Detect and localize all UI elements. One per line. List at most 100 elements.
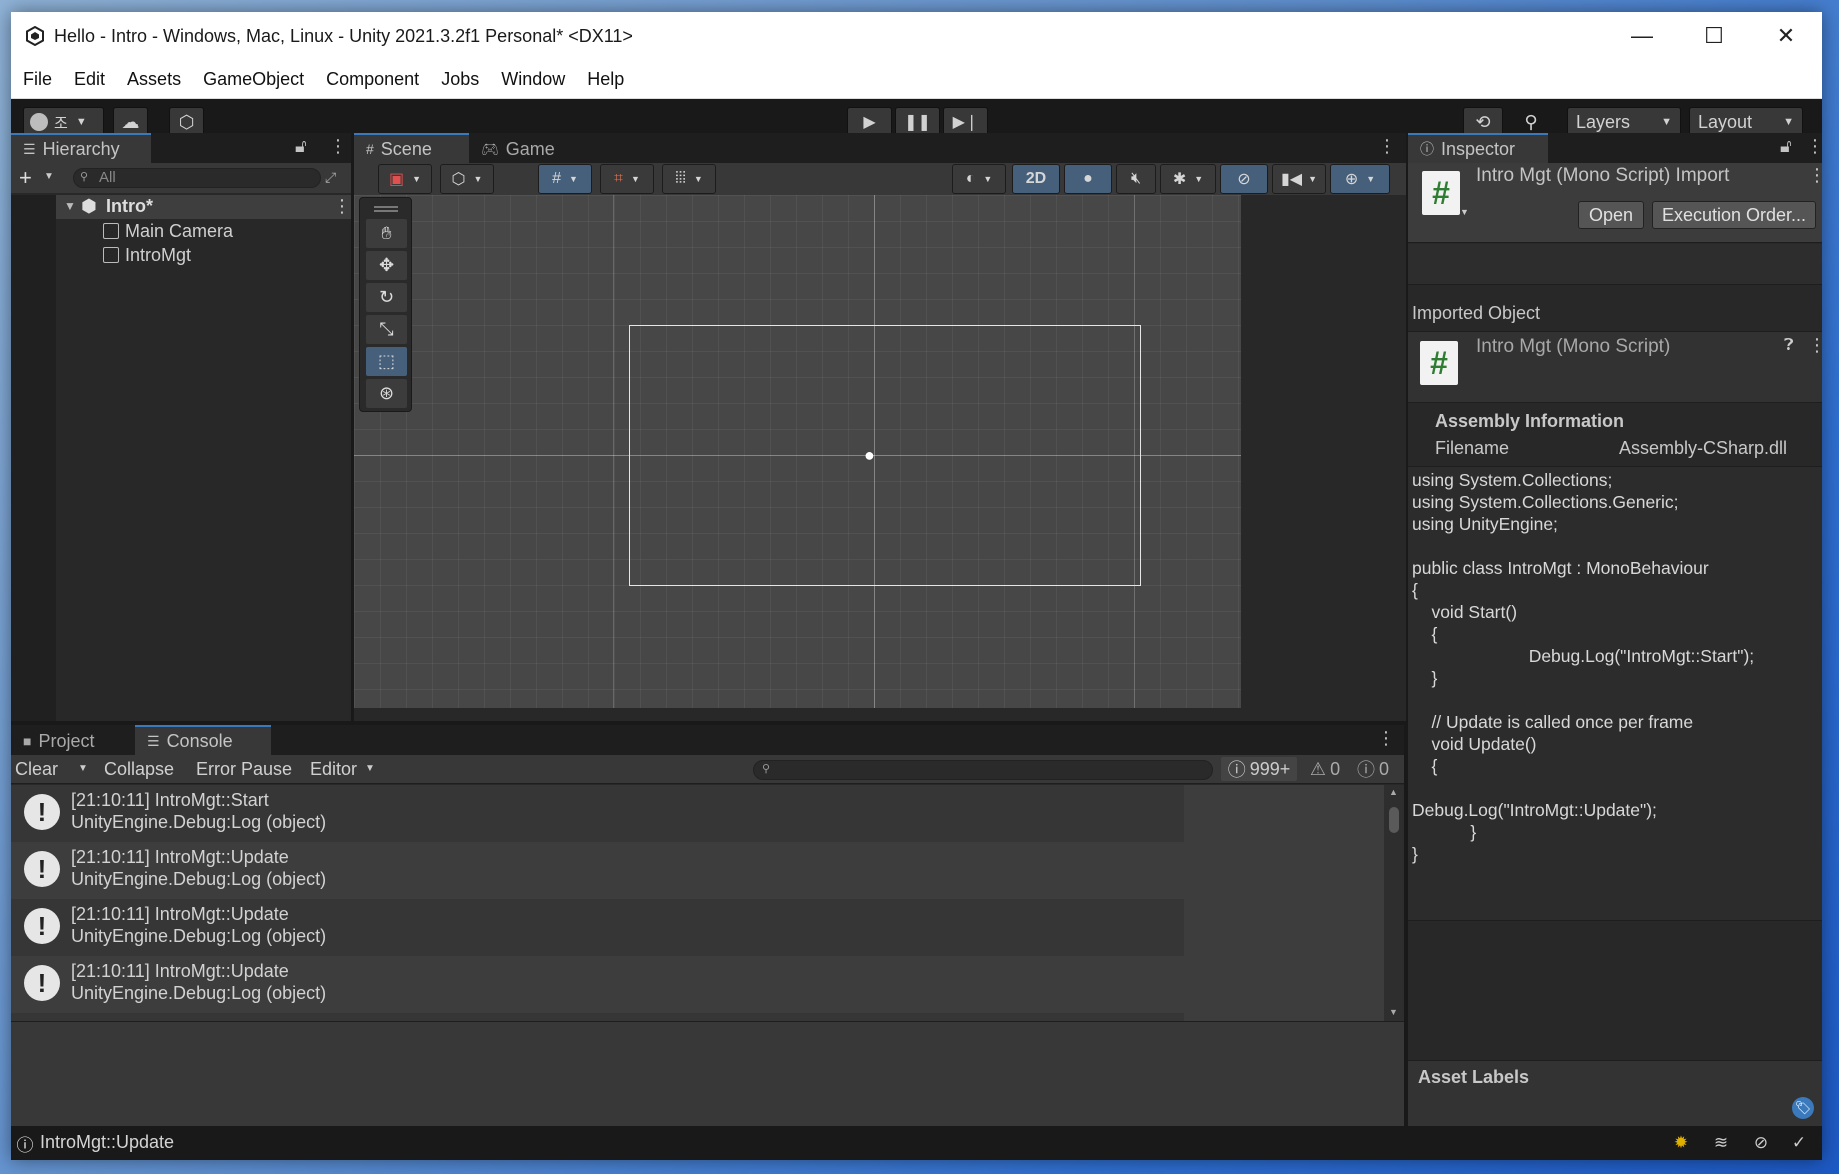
panel-menu-icon[interactable]: ⋮ [329,136,347,157]
status-message[interactable]: IntroMgt::Update [40,1132,174,1153]
scroll-up-icon[interactable]: ▲ [1389,787,1398,797]
tab-console[interactable]: ☰ Console [135,725,271,755]
camera-settings-dropdown[interactable]: ▮◀ ▼ [1272,164,1326,194]
maximize-button[interactable]: ☐ [1678,12,1750,60]
lighting-toggle[interactable]: ● [1064,164,1112,194]
progress-check-icon[interactable]: ✓ [1789,1133,1809,1153]
minimize-button[interactable]: — [1606,12,1678,60]
clear-button[interactable]: Clear [15,759,58,780]
execution-order-button[interactable]: Execution Order... [1652,201,1816,229]
hand-tool[interactable]: ✋︎ [366,219,407,248]
tab-hierarchy-label: Hierarchy [42,138,120,159]
chevron-down-icon: ▼ [983,174,993,184]
gizmos-dropdown[interactable]: ⊕ ▼ [1330,164,1390,194]
rect-tool[interactable]: ⬚ [366,347,407,376]
tab-hierarchy[interactable]: ☰ Hierarchy [11,133,151,163]
menu-assets[interactable]: Assets [127,69,181,90]
grid-snap-toggle[interactable]: # ▼ [538,164,592,194]
object-menu-icon[interactable]: ⋮ [1808,335,1822,356]
log-entry[interactable]: ! [21:10:11] IntroMgt::Start UnityEngine… [11,785,1184,842]
panel-menu-icon[interactable]: ⋮ [1806,136,1822,157]
help-icon[interactable]: ❓︎ [1784,337,1794,355]
menu-window[interactable]: Window [501,69,565,90]
grid-icon: # [366,141,374,157]
editor-dropdown[interactable]: Editor [310,759,357,780]
log-entry-partial[interactable] [11,1013,1184,1021]
log-entry[interactable]: ! [21:10:11] IntroMgt::Update UnityEngin… [11,842,1184,899]
menu-help[interactable]: Help [587,69,624,90]
panel-menu-icon[interactable]: ⋮ [1377,728,1395,749]
chevron-down-icon[interactable]: ▼ [1460,207,1469,217]
effects-dropdown[interactable]: ✱ ▼ [1160,164,1216,194]
panel-menu-icon[interactable]: ⋮ [1378,136,1396,157]
audio-toggle[interactable]: 🔇︎ [1116,164,1156,194]
expand-arrow-icon[interactable]: ▼ [64,199,76,213]
error-count-toggle[interactable]: ⓘ 0 [1351,757,1395,781]
menu-edit[interactable]: Edit [74,69,105,90]
console-scrollbar[interactable]: ▲ ▼ [1384,785,1404,1021]
chevron-down-icon[interactable]: ▼ [44,171,54,182]
lock-icon[interactable]: 🔓︎ [1780,136,1792,157]
asset-labels-heading: Asset Labels [1418,1067,1530,1087]
scene-row[interactable]: ▼ ⬢ Intro* ⋮ [56,195,351,219]
log-entry[interactable]: ! [21:10:11] IntroMgt::Update UnityEngin… [11,956,1184,1013]
hidden-objects-toggle[interactable]: ⊘ [1220,164,1268,194]
open-button[interactable]: Open [1578,201,1644,229]
rotate-tool[interactable]: ↻ [366,283,407,312]
transform-tool[interactable]: ⊛ [366,379,407,408]
scene-visibility-icon[interactable]: ⤢ [325,169,336,186]
info-log-icon: ! [24,965,60,1001]
drag-handle[interactable] [374,210,398,212]
tab-project[interactable]: ■ Project [11,725,135,755]
hierarchy-search-input[interactable]: ⚲ All [73,168,321,188]
menu-component[interactable]: Component [326,69,419,90]
header-menu-icon[interactable]: ⋮ [1808,165,1822,186]
console-detail-area[interactable] [11,1021,1404,1126]
auto-generate-lighting-icon[interactable]: ⊘ [1751,1133,1771,1153]
tab-game[interactable]: 🎮︎ Game [469,133,569,163]
chevron-down-icon: ▼ [412,174,422,184]
scale-tool[interactable]: ⤡ [366,315,407,344]
lock-icon[interactable]: 🔓︎ [295,136,307,157]
close-button[interactable]: ✕ [1750,12,1822,60]
scene-menu-icon[interactable]: ⋮ [333,196,351,217]
menu-jobs[interactable]: Jobs [441,69,479,90]
increment-snap-dropdown[interactable]: ⦙⦙⦙ ▼ [662,164,716,194]
gameobject-icon [103,247,119,263]
render-mode-dropdown[interactable]: ⬡ ▼ [440,164,494,194]
scene-panel: # Scene 🎮︎ Game ⋮ ▣ ▼ ⬡ ▼ # ▼ ⌗ ▼ ⦙⦙⦙ ▼ ◐ ▼ 2D… [354,133,1406,721]
chevron-down-icon: ▼ [1308,174,1318,184]
chevron-down-icon: ▼ [1661,116,1672,128]
2d-toggle[interactable]: 2D [1012,164,1060,194]
scene-viewport[interactable]: ● [354,195,1241,708]
shading-mode-dropdown[interactable]: ◐ ▼ [952,164,1006,194]
warning-count-toggle[interactable]: ⚠ 0 [1303,757,1347,781]
console-toolbar: Clear ▼ Collapse Error Pause Editor ▼ ⚲ … [11,755,1404,784]
tab-inspector[interactable]: ⓘ Inspector [1408,133,1548,163]
label-tag-icon[interactable]: 🏷︎ [1792,1097,1814,1119]
window-title: Hello - Intro - Windows, Mac, Linux - Un… [54,25,633,46]
tab-scene[interactable]: # Scene [354,133,469,163]
error-pause-button[interactable]: Error Pause [196,759,292,780]
menu-gameobject[interactable]: GameObject [203,69,304,90]
warning-count: 0 [1330,758,1341,779]
console-search-input[interactable]: ⚲ [753,760,1213,780]
camera-gizmo-icon[interactable]: ● [864,445,875,466]
cache-server-icon[interactable]: ≋ [1711,1133,1731,1153]
scrollbar-thumb[interactable] [1389,807,1399,833]
debug-bug-icon[interactable]: ✹ [1671,1133,1691,1153]
draw-mode-dropdown[interactable]: ▣ ▼ [378,164,432,194]
add-icon[interactable]: + [19,165,32,191]
menu-file[interactable]: File [23,69,52,90]
collapse-button[interactable]: Collapse [104,759,174,780]
chevron-down-icon[interactable]: ▼ [365,763,375,774]
log-entry[interactable]: ! [21:10:11] IntroMgt::Update UnityEngin… [11,899,1184,956]
log-count-toggle[interactable]: ⓘ 999+ [1221,757,1297,781]
hierarchy-item-intromgt[interactable]: IntroMgt [103,245,191,266]
move-tool[interactable]: ✥ [366,251,407,280]
hierarchy-item-main-camera[interactable]: Main Camera [103,221,233,242]
drag-handle[interactable] [374,206,398,208]
snap-settings-dropdown[interactable]: ⌗ ▼ [600,164,654,194]
chevron-down-icon[interactable]: ▼ [78,763,88,774]
scroll-down-icon[interactable]: ▼ [1389,1007,1398,1017]
